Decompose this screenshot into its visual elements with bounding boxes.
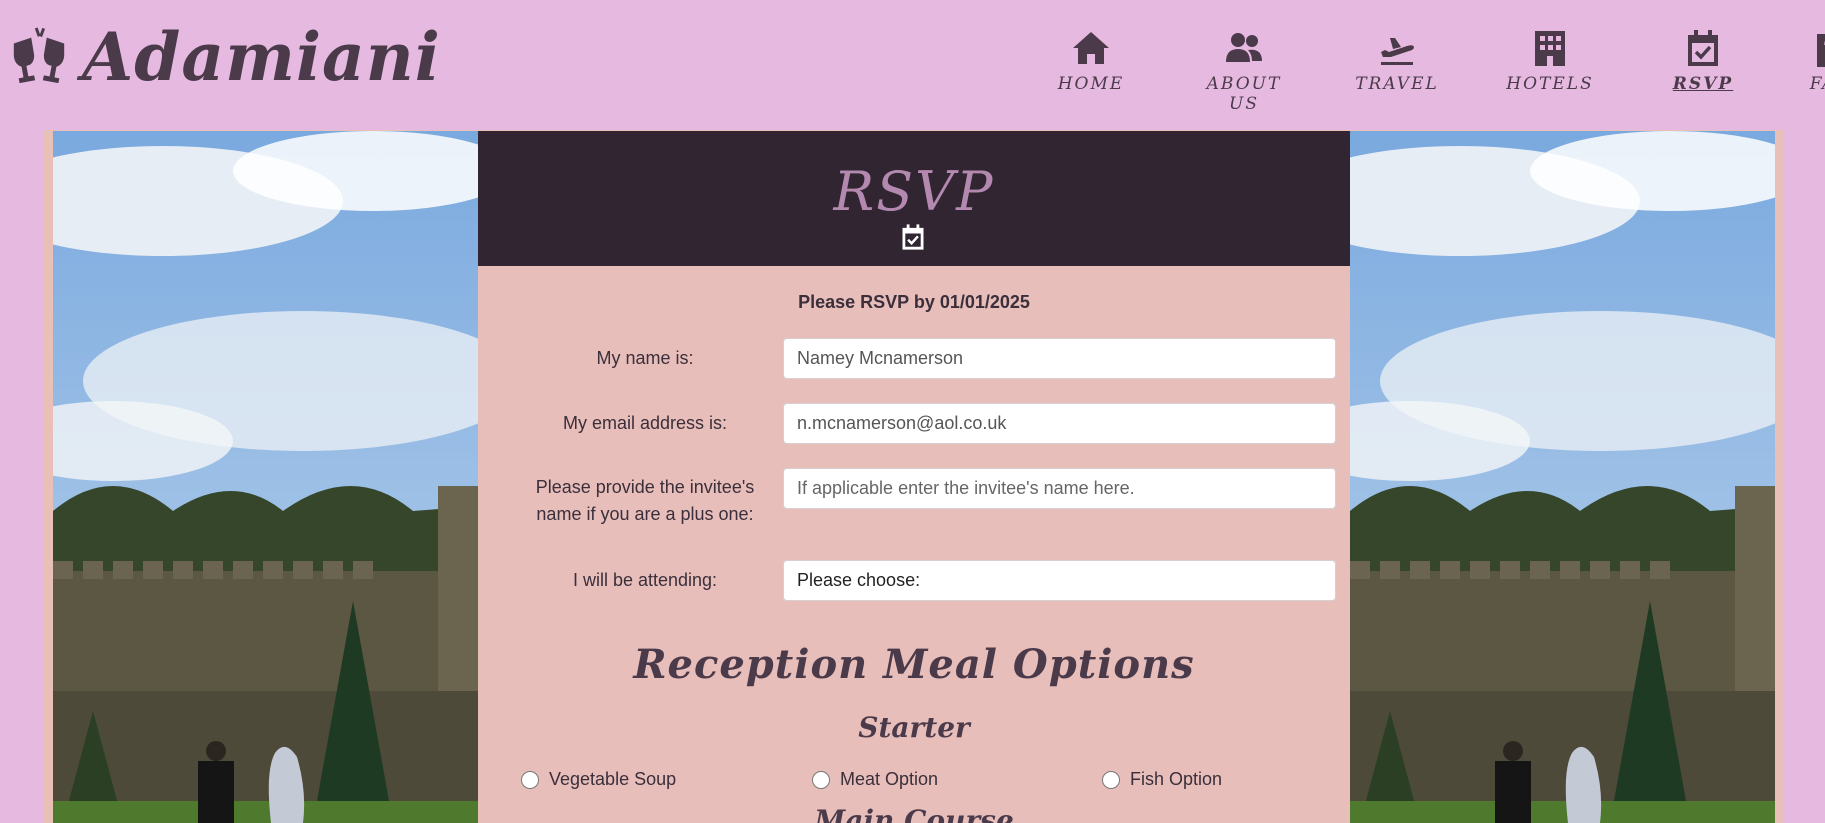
email-label: My email address is: xyxy=(562,413,728,433)
email-input[interactable] xyxy=(783,403,1336,444)
radio-button[interactable] xyxy=(521,770,539,789)
plus-one-label-line1: Please provide the invitee's xyxy=(535,477,755,497)
calendar-check-icon xyxy=(1688,30,1718,66)
name-label: My name is: xyxy=(596,348,694,368)
radio-button[interactable] xyxy=(812,770,830,789)
meal-options-title: Reception Meal Options xyxy=(633,641,1195,688)
main-course-title: Main Course xyxy=(814,804,1014,823)
nav-about-label: ABOUT US xyxy=(1206,74,1282,114)
brand-name: Adamiani xyxy=(82,18,441,96)
home-icon xyxy=(1073,32,1109,64)
starter-option-label: Vegetable Soup xyxy=(549,769,677,789)
hotel-icon xyxy=(1535,31,1565,66)
nav-faq-label: FAQ xyxy=(1809,74,1825,94)
attending-select[interactable]: Please choose: xyxy=(783,560,1336,601)
castle-photo-left xyxy=(53,131,478,823)
glasses-cheers-icon xyxy=(13,27,65,84)
users-icon xyxy=(1226,33,1262,62)
nav-faq[interactable]: FAQ xyxy=(1801,28,1825,94)
rsvp-panel: RSVP Please RSVP by 01/01/2025 My name i… xyxy=(478,131,1350,823)
castle-photo-right xyxy=(1350,131,1775,823)
nav-rsvp-label: RSVP xyxy=(1672,74,1734,94)
name-input[interactable] xyxy=(783,338,1336,379)
nav-home[interactable]: HOME xyxy=(1036,28,1146,94)
nav-home-label: HOME xyxy=(1057,74,1125,94)
attending-label: I will be attending: xyxy=(572,570,718,590)
plane-icon xyxy=(1381,38,1414,65)
starter-option-label: Meat Option xyxy=(840,769,939,789)
clipboard-question-icon xyxy=(1817,34,1825,67)
plus-one-input[interactable] xyxy=(783,468,1336,509)
nav-rsvp[interactable]: RSVP xyxy=(1648,28,1758,94)
plus-one-label-line2: name if you are a plus one: xyxy=(536,504,754,524)
plus-one-label: Please provide the invitee's name if you… xyxy=(500,474,790,528)
nav-hotels-label: HOTELS xyxy=(1506,74,1594,94)
rsvp-deadline: Please RSVP by 01/01/2025 xyxy=(798,292,1030,312)
starter-option-vegetable-soup[interactable]: Vegetable Soup xyxy=(521,769,676,790)
rsvp-header: RSVP xyxy=(478,131,1350,266)
site-header: Adamiani HOME ABOUT US TRAVEL HOTELS RSV… xyxy=(0,0,1825,130)
nav-hotels[interactable]: HOTELS xyxy=(1495,28,1605,94)
nav-travel-label: TRAVEL xyxy=(1355,74,1439,94)
brand-logo[interactable]: Adamiani xyxy=(8,24,441,90)
starter-option-meat[interactable]: Meat Option xyxy=(812,769,938,790)
radio-button[interactable] xyxy=(1102,770,1120,789)
nav-travel[interactable]: TRAVEL xyxy=(1342,28,1452,94)
starter-option-label: Fish Option xyxy=(1130,769,1223,789)
rsvp-title: RSVP xyxy=(833,160,995,223)
nav-about-us[interactable]: ABOUT US xyxy=(1189,28,1299,114)
starter-option-fish[interactable]: Fish Option xyxy=(1102,769,1222,790)
starter-title: Starter xyxy=(858,711,970,744)
calendar-check-icon xyxy=(902,224,924,250)
